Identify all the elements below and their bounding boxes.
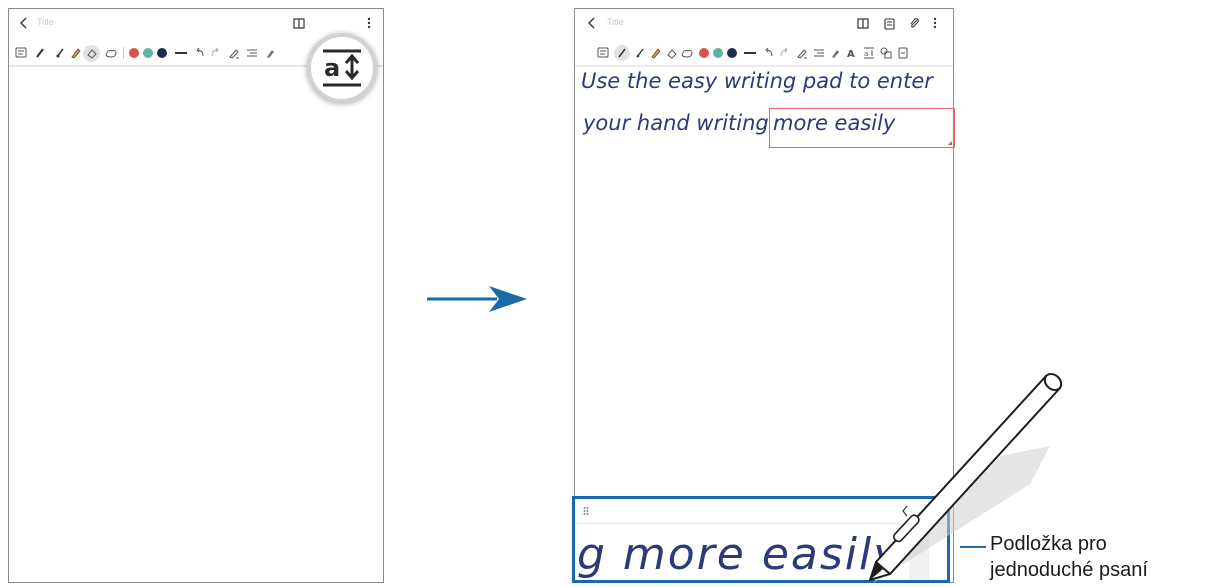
undo-icon[interactable] bbox=[763, 47, 774, 57]
back-icon[interactable] bbox=[587, 17, 597, 29]
handwriting-icon[interactable] bbox=[265, 47, 277, 59]
callout-label-line-1: Podložka pro bbox=[990, 533, 1107, 555]
toolbar-divider bbox=[123, 47, 124, 59]
handwriting-line-2-part-2: more easily bbox=[773, 111, 896, 135]
blank-canvas[interactable] bbox=[9, 67, 383, 582]
color-red-swatch[interactable] bbox=[699, 48, 709, 58]
handwriting-line-1: Use the easy writing pad to enter bbox=[581, 69, 933, 93]
redo-icon[interactable] bbox=[210, 47, 221, 57]
lasso-icon[interactable] bbox=[681, 48, 693, 58]
page-layout-icon[interactable] bbox=[884, 18, 895, 30]
transition-arrow bbox=[427, 286, 527, 312]
pen-icon[interactable] bbox=[617, 47, 627, 59]
book-view-icon[interactable] bbox=[293, 18, 305, 29]
color-red-swatch[interactable] bbox=[129, 48, 139, 58]
color-navy-swatch[interactable] bbox=[157, 48, 167, 58]
top-bar: Title bbox=[9, 9, 383, 39]
attach-icon[interactable] bbox=[909, 17, 920, 29]
book-view-icon[interactable] bbox=[857, 18, 869, 29]
color-navy-swatch[interactable] bbox=[727, 48, 737, 58]
note-title[interactable]: Title bbox=[607, 17, 624, 27]
more-options-icon[interactable] bbox=[933, 17, 937, 29]
top-bar: Title bbox=[575, 9, 953, 39]
easy-writing-pad-icon[interactable]: a bbox=[863, 47, 875, 59]
align-icon[interactable] bbox=[813, 47, 825, 59]
callout-leader-line bbox=[960, 546, 986, 548]
shapes-icon[interactable] bbox=[880, 47, 892, 59]
svg-text:a: a bbox=[864, 50, 868, 58]
text-convert-icon[interactable]: A bbox=[846, 47, 858, 59]
callout-label-line-2: jednoduché psaní bbox=[990, 559, 1148, 581]
left-note-screen: Title a bbox=[8, 8, 384, 583]
note-title[interactable]: Title bbox=[37, 17, 54, 27]
back-icon[interactable] bbox=[19, 17, 29, 29]
handwriting-line-2-part-1: your hand writing bbox=[583, 111, 769, 135]
insert-icon[interactable] bbox=[897, 47, 909, 59]
text-mode-icon[interactable] bbox=[15, 47, 27, 58]
highlighter-icon[interactable] bbox=[70, 47, 81, 59]
eraser-icon[interactable] bbox=[86, 48, 97, 59]
undo-icon[interactable] bbox=[194, 47, 205, 57]
redo-icon[interactable] bbox=[779, 47, 790, 57]
highlighter-icon[interactable] bbox=[650, 47, 661, 59]
lasso-icon[interactable] bbox=[105, 48, 117, 58]
text-mode-icon[interactable] bbox=[597, 47, 609, 58]
pen-settings-icon[interactable] bbox=[228, 47, 240, 59]
more-options-icon[interactable] bbox=[367, 17, 371, 29]
stroke-width-icon[interactable] bbox=[175, 52, 187, 54]
align-icon[interactable] bbox=[246, 47, 258, 59]
pen-icon[interactable] bbox=[35, 47, 45, 59]
svg-text:A: A bbox=[847, 49, 855, 59]
color-teal-swatch[interactable] bbox=[713, 48, 723, 58]
color-teal-swatch[interactable] bbox=[143, 48, 153, 58]
fountain-pen-icon[interactable] bbox=[55, 47, 65, 59]
eraser-icon[interactable] bbox=[666, 48, 677, 59]
resize-handle[interactable] bbox=[948, 141, 952, 145]
stroke-width-icon[interactable] bbox=[744, 52, 756, 54]
pen-settings-icon[interactable] bbox=[796, 47, 808, 59]
drag-handle-icon[interactable] bbox=[583, 506, 589, 516]
pen-toolbar: A a bbox=[575, 39, 953, 67]
fountain-pen-icon[interactable] bbox=[635, 47, 645, 59]
handwriting-icon[interactable] bbox=[830, 47, 842, 59]
